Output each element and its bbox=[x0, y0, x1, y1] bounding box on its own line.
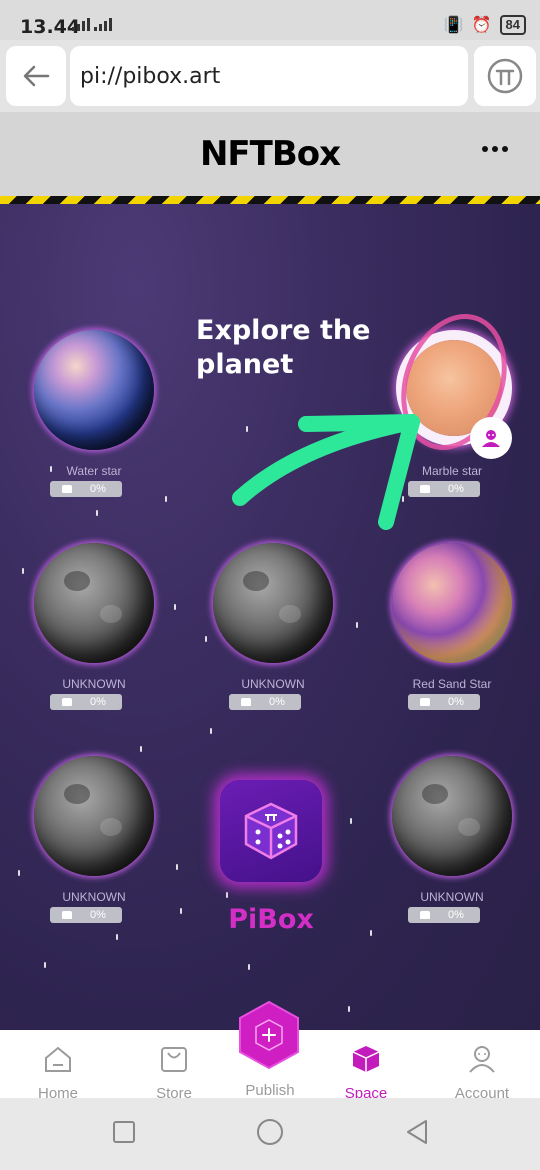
planet-progress: 0% bbox=[50, 481, 122, 497]
planet-unknown[interactable]: UNKNOWN 0% bbox=[14, 543, 174, 733]
alarm-icon: ⏰ bbox=[471, 17, 492, 34]
url-text: pi://pibox.art bbox=[80, 63, 221, 89]
package-icon bbox=[420, 911, 430, 919]
system-nav-bar bbox=[0, 1098, 540, 1170]
nav-store[interactable]: Store bbox=[134, 1044, 214, 1102]
planet-image bbox=[34, 330, 154, 450]
package-icon bbox=[62, 698, 72, 706]
page-title: NFTBox bbox=[199, 134, 341, 174]
person-icon bbox=[482, 430, 500, 447]
planet-red-sand-star[interactable]: Red Sand Star 0% bbox=[372, 543, 532, 733]
arrow-left-icon bbox=[23, 65, 50, 87]
back-button[interactable] bbox=[6, 46, 66, 106]
publish-button[interactable] bbox=[234, 1000, 304, 1070]
person-badge[interactable] bbox=[470, 417, 512, 459]
home-icon bbox=[45, 1046, 71, 1072]
more-options-icon[interactable] bbox=[482, 146, 508, 152]
url-field[interactable]: pi://pibox.art bbox=[70, 46, 468, 106]
home-circle-icon[interactable] bbox=[256, 1118, 284, 1146]
planet-name: UNKNOWN bbox=[62, 677, 126, 691]
planet-progress: 0% bbox=[50, 907, 122, 923]
space-map: Explore the planet Water star 0% Marble … bbox=[0, 204, 540, 1034]
planet-progress: 0% bbox=[408, 694, 480, 710]
planet-progress: 0% bbox=[50, 694, 122, 710]
planet-progress: 0% bbox=[408, 481, 480, 497]
brand-title: PiBox bbox=[228, 904, 314, 935]
vibrate-icon: 📳 bbox=[443, 17, 464, 34]
planet-name: Water star bbox=[66, 464, 122, 478]
pi-logo-icon bbox=[487, 58, 523, 94]
battery-indicator: 84 bbox=[499, 15, 526, 35]
package-icon bbox=[62, 485, 72, 493]
status-bar: 13.44 📳 ⏰ 84 bbox=[0, 0, 540, 40]
signal-icon bbox=[72, 18, 90, 31]
pi-browser-button[interactable] bbox=[474, 46, 536, 106]
planet-unknown[interactable]: UNKNOWN 0% bbox=[193, 543, 353, 733]
signal-icon bbox=[94, 18, 112, 31]
package-icon bbox=[420, 485, 430, 493]
hazard-stripe bbox=[0, 196, 540, 204]
planet-name: UNKNOWN bbox=[62, 890, 126, 904]
planet-water-star[interactable]: Water star 0% bbox=[14, 330, 174, 520]
planet-image bbox=[392, 756, 512, 876]
planet-name: UNKNOWN bbox=[420, 890, 484, 904]
explore-heading: Explore the planet bbox=[196, 315, 371, 380]
recent-apps-icon[interactable] bbox=[112, 1120, 136, 1144]
package-icon bbox=[62, 911, 72, 919]
planet-progress: 0% bbox=[229, 694, 301, 710]
planet-progress: 0% bbox=[408, 907, 480, 923]
planet-unknown[interactable]: UNKNOWN 0% bbox=[14, 756, 174, 946]
nav-account[interactable]: Account bbox=[442, 1044, 522, 1102]
planet-image bbox=[34, 543, 154, 663]
planet-name: Marble star bbox=[421, 464, 483, 478]
app-header: NFTBox bbox=[0, 112, 540, 196]
dice-icon bbox=[244, 802, 298, 860]
planet-image bbox=[34, 756, 154, 876]
nav-publish-label: Publish bbox=[245, 1082, 295, 1099]
status-icons: 📳 ⏰ 84 bbox=[444, 15, 526, 35]
planet-unknown[interactable]: UNKNOWN 0% bbox=[372, 756, 532, 946]
back-triangle-icon[interactable] bbox=[404, 1118, 430, 1146]
package-icon bbox=[241, 698, 251, 706]
planet-image bbox=[392, 543, 512, 663]
person-icon bbox=[469, 1046, 495, 1073]
nav-space[interactable]: Space bbox=[326, 1044, 406, 1102]
pibox-logo-button[interactable] bbox=[220, 780, 322, 882]
package-icon bbox=[420, 698, 430, 706]
cube-icon bbox=[352, 1046, 380, 1072]
planet-image bbox=[213, 543, 333, 663]
planet-name: UNKNOWN bbox=[241, 677, 305, 691]
planet-name: Red Sand Star bbox=[412, 677, 492, 691]
nav-home[interactable]: Home bbox=[18, 1044, 98, 1102]
bag-icon bbox=[161, 1047, 187, 1072]
browser-bar: pi://pibox.art bbox=[0, 40, 540, 112]
